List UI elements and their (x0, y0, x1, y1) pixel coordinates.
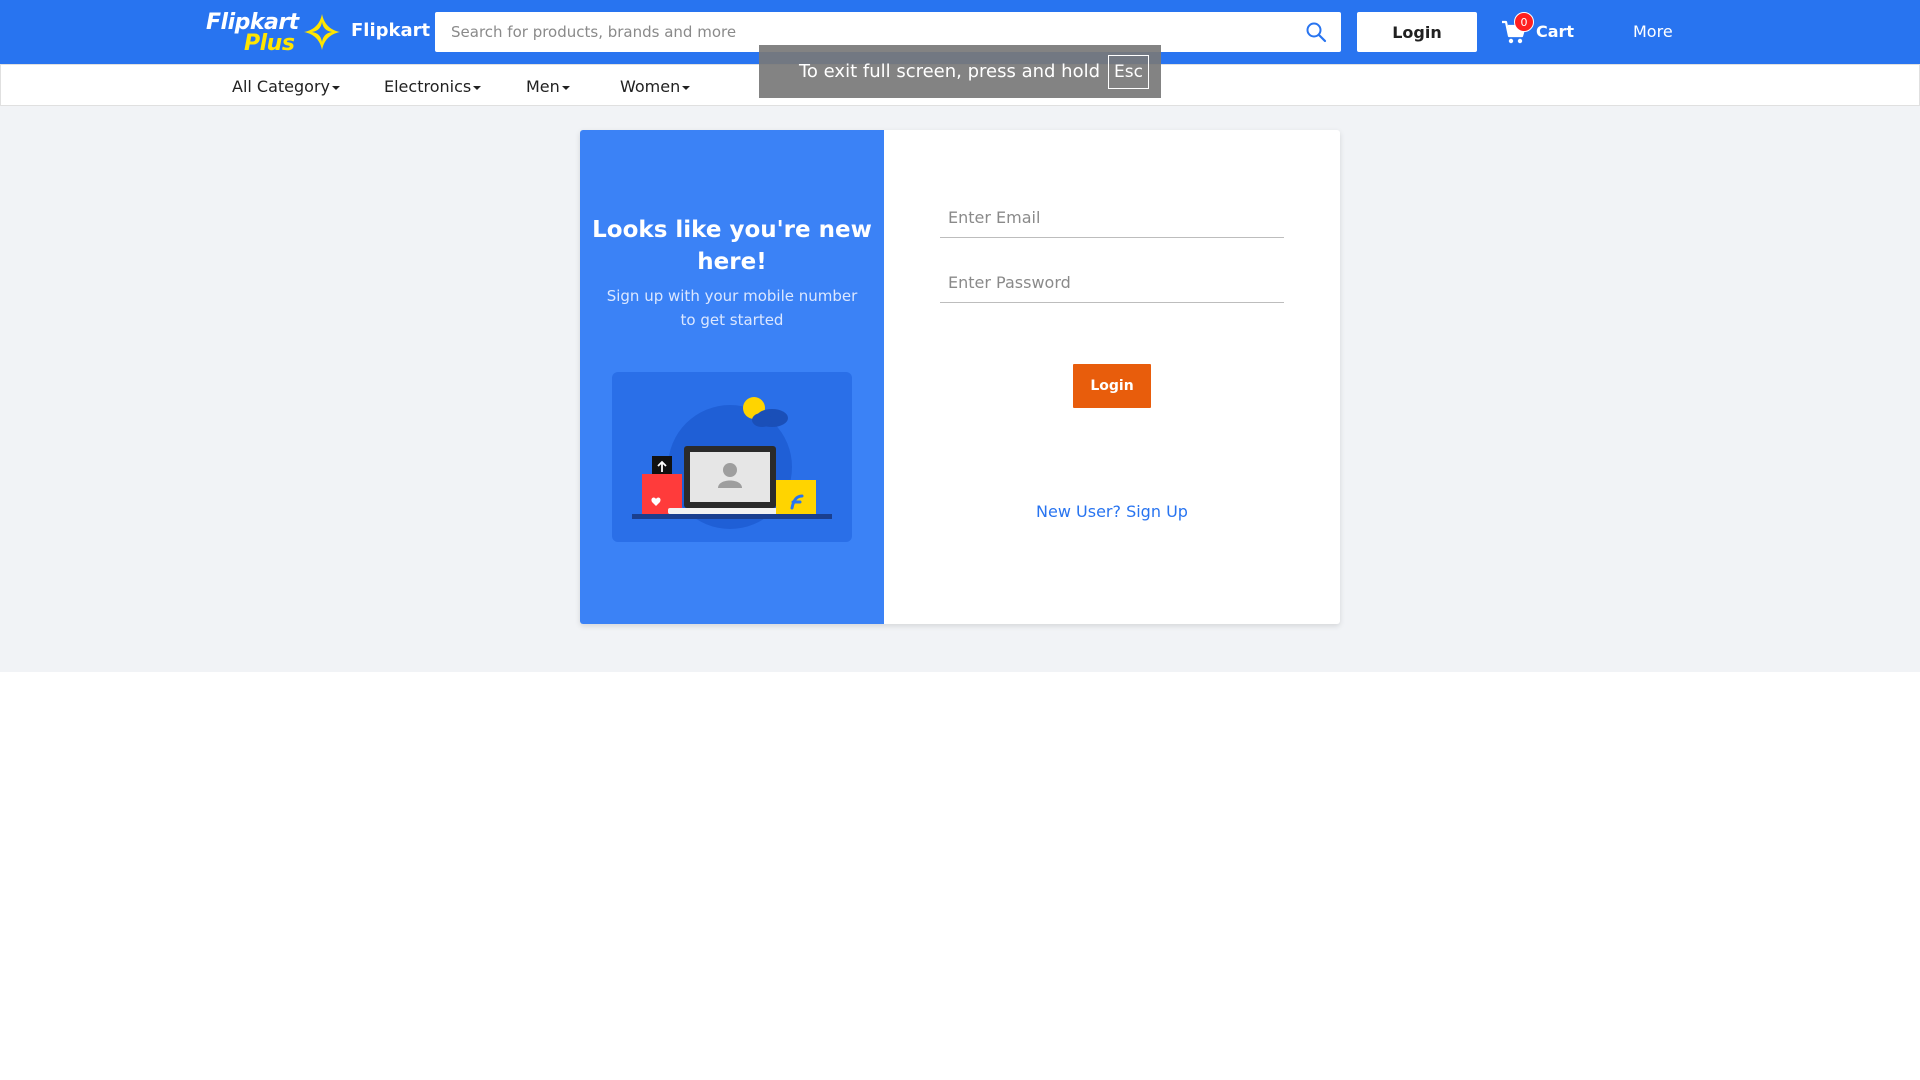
fullscreen-exit-notice: To exit full screen, press and hold Esc (759, 45, 1161, 98)
cart-count-badge: 0 (1514, 12, 1534, 32)
header-login-button[interactable]: Login (1357, 12, 1477, 52)
laptop-user-illustration (612, 372, 852, 542)
illustration-graphic (632, 397, 832, 529)
login-submit-button[interactable]: Login (1073, 364, 1151, 408)
category-label: Women (620, 77, 681, 96)
category-men[interactable]: Men (526, 77, 570, 96)
signup-link[interactable]: New User? Sign Up (884, 502, 1340, 521)
esc-key-badge: Esc (1108, 54, 1149, 89)
login-card: Looks like you're new here! Sign up with… (580, 130, 1340, 624)
category-label: Men (526, 77, 560, 96)
category-label: Electronics (384, 77, 472, 96)
category-label: All Category (232, 77, 331, 96)
category-all[interactable]: All Category (232, 77, 341, 96)
fullscreen-notice-text: To exit full screen, press and hold (799, 61, 1101, 82)
cart-link[interactable]: 0 Cart (1500, 12, 1580, 50)
category-women[interactable]: Women (620, 77, 691, 96)
promo-subtitle: Sign up with your mobile number to get s… (606, 287, 858, 329)
category-electronics[interactable]: Electronics (384, 77, 482, 96)
caret-down-icon (332, 85, 341, 90)
password-field[interactable] (940, 263, 1284, 303)
login-card-promo-panel: Looks like you're new here! Sign up with… (580, 130, 884, 624)
caret-down-icon (682, 85, 691, 90)
more-menu[interactable]: More (1633, 22, 1673, 41)
flipkart-plus-logo[interactable]: Flipkart Plus (206, 8, 346, 56)
search-icon[interactable] (1305, 21, 1327, 43)
caret-down-icon (473, 85, 482, 90)
email-field[interactable] (940, 198, 1284, 238)
brand-name[interactable]: Flipkart (351, 20, 430, 41)
caret-down-icon (561, 85, 570, 90)
logo-word-plus: Plus (244, 31, 295, 56)
login-form: Login New User? Sign Up (884, 130, 1340, 624)
plus-star-icon (304, 14, 340, 50)
promo-title: Looks like you're new here! (592, 217, 872, 275)
cart-label: Cart (1536, 22, 1575, 41)
